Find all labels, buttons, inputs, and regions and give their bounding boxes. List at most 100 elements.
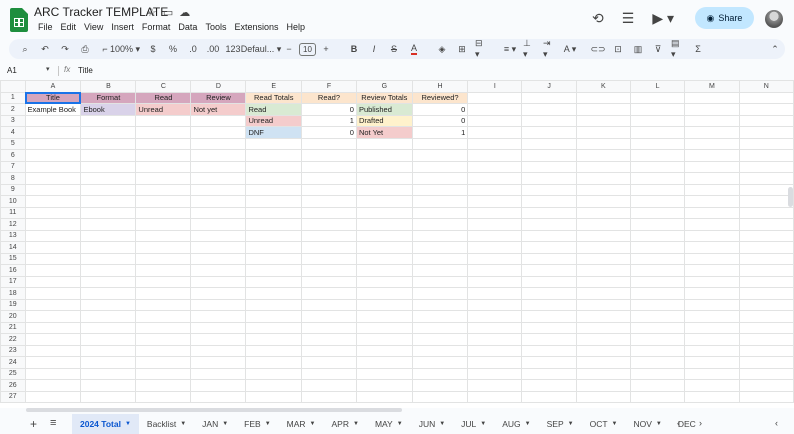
cell[interactable] [738,252,794,265]
share-button[interactable]: ◉ Share [695,7,754,29]
cell[interactable] [301,183,357,196]
cell[interactable] [521,103,577,116]
cell[interactable] [301,390,357,403]
cell[interactable] [355,264,413,277]
cell[interactable] [24,298,82,311]
cell[interactable] [80,356,137,369]
cell[interactable] [575,229,631,242]
cell[interactable] [738,206,794,219]
cell[interactable] [684,252,740,265]
cell[interactable] [135,183,192,196]
cell[interactable] [24,114,82,127]
menu-help[interactable]: Help [282,21,309,33]
cell[interactable] [411,379,469,392]
cell[interactable] [80,367,137,380]
cell[interactable] [24,310,82,323]
cell[interactable] [521,310,577,323]
cell[interactable] [80,195,137,208]
cell[interactable] [24,321,82,334]
cell[interactable] [135,218,192,231]
cell[interactable] [684,195,740,208]
cell[interactable] [80,137,137,150]
cell[interactable] [629,195,686,208]
row-header[interactable]: 15 [0,252,26,265]
cell[interactable] [684,356,740,369]
cell[interactable] [738,103,794,116]
cell[interactable] [301,218,357,231]
cell[interactable] [135,379,192,392]
cell[interactable] [521,126,577,139]
cell[interactable] [80,149,137,162]
cell[interactable] [411,344,469,357]
cell[interactable] [684,264,740,277]
cell[interactable] [575,275,631,288]
cell[interactable] [411,321,469,334]
cell[interactable] [521,149,577,162]
cell[interactable] [355,183,413,196]
cell[interactable] [467,126,523,139]
cell[interactable] [467,183,523,196]
column-header[interactable]: J [521,80,577,93]
cell[interactable] [467,379,523,392]
link-icon[interactable]: ⊂⊃ [590,40,605,58]
cell[interactable] [80,344,137,357]
cell[interactable] [575,137,631,150]
cell[interactable] [738,91,794,104]
cell[interactable] [245,160,303,173]
cell[interactable] [738,195,794,208]
row-header[interactable]: 3 [0,114,26,127]
cell[interactable] [355,321,413,334]
cell[interactable] [467,367,523,380]
cell[interactable] [684,149,740,162]
cell[interactable]: Review Totals [355,91,413,104]
cell[interactable] [190,310,247,323]
cell[interactable] [684,126,740,139]
cell[interactable] [521,218,577,231]
cell[interactable] [80,287,137,300]
cell[interactable]: Format [80,91,137,104]
cell[interactable] [684,137,740,150]
cell[interactable] [467,137,523,150]
italic-button[interactable]: I [367,40,381,58]
cell[interactable] [411,149,469,162]
cell[interactable] [411,275,469,288]
cell[interactable] [629,310,686,323]
cell[interactable] [301,298,357,311]
cell[interactable] [301,264,357,277]
cell[interactable] [190,333,247,346]
cell[interactable] [80,252,137,265]
cell[interactable] [80,183,137,196]
sheet-tab[interactable]: Backlist ▼ [139,414,194,434]
cell[interactable] [245,310,303,323]
cell[interactable] [411,367,469,380]
sheet-tab[interactable]: NOV ▼ [626,414,670,434]
cell[interactable] [684,241,740,254]
cell[interactable] [467,356,523,369]
column-header[interactable]: K [575,80,631,93]
cell[interactable] [355,218,413,231]
cell[interactable] [629,114,686,127]
cell[interactable] [684,160,740,173]
cell[interactable] [135,333,192,346]
cell[interactable] [80,310,137,323]
row-header[interactable]: 13 [0,229,26,242]
cell[interactable] [24,344,82,357]
cell[interactable] [190,137,247,150]
cell[interactable] [629,356,686,369]
row-header[interactable]: 17 [0,275,26,288]
cell[interactable] [24,287,82,300]
sheet-tab[interactable]: MAR ▼ [279,414,324,434]
cell[interactable] [135,264,192,277]
cell[interactable] [575,333,631,346]
cell[interactable] [355,137,413,150]
cell[interactable] [245,183,303,196]
cell[interactable] [301,160,357,173]
sheet-tab[interactable]: JUN ▼ [411,414,453,434]
cell[interactable] [245,206,303,219]
cell[interactable] [629,91,686,104]
cell[interactable]: 1 [301,114,357,127]
cell[interactable] [135,344,192,357]
cloud-icon[interactable]: ☁ [179,6,190,19]
percent-format-button[interactable]: % [166,40,180,58]
sheet-tab[interactable]: MAY ▼ [367,414,411,434]
